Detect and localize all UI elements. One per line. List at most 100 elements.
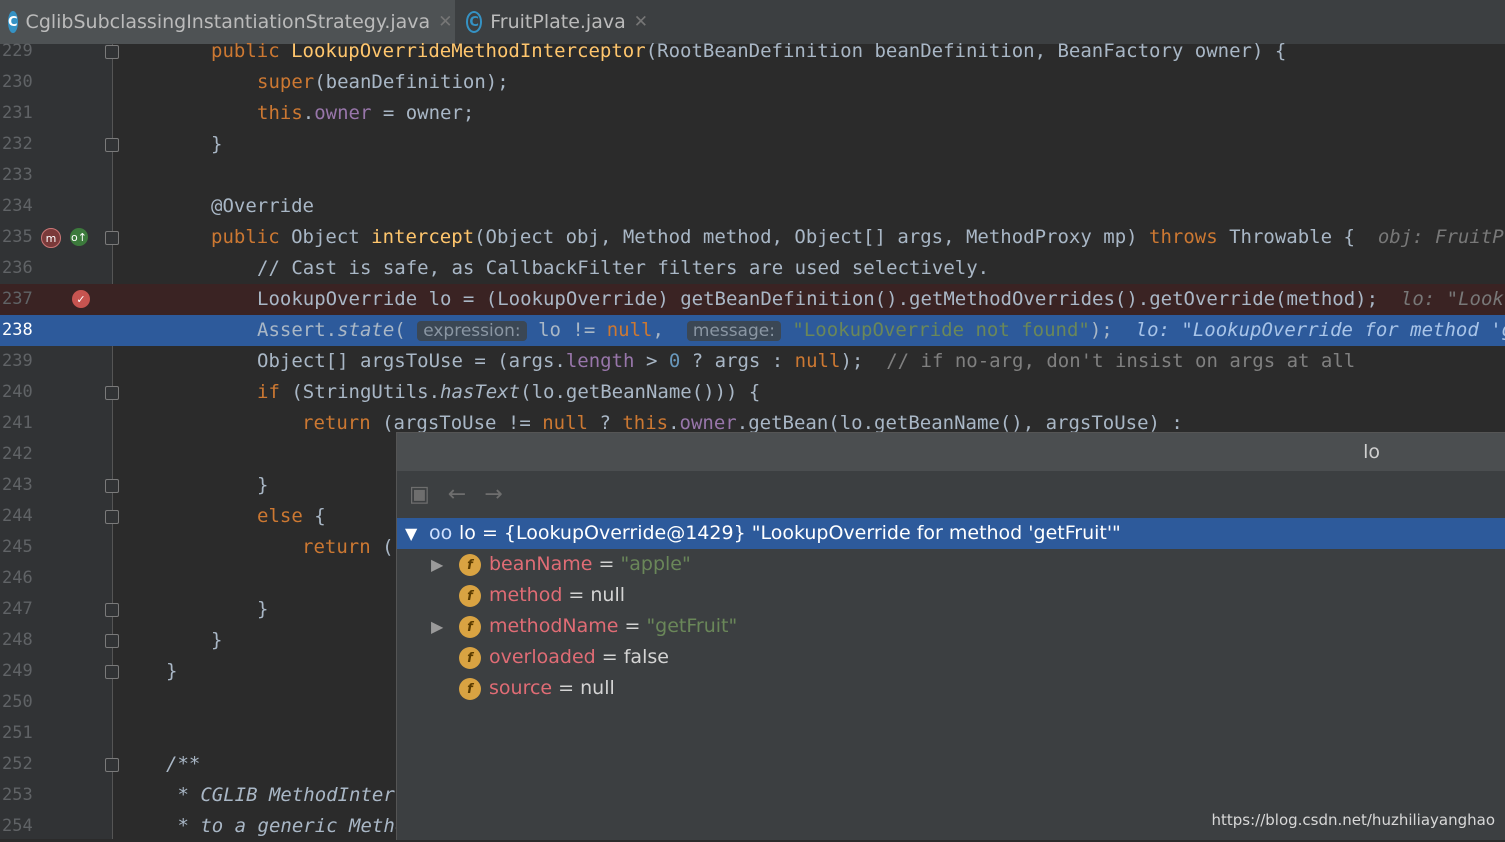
field-icon: f: [459, 616, 481, 638]
code-line[interactable]: 235 m o↑ public Object intercept(Object …: [0, 222, 1505, 253]
fold-marker-icon[interactable]: [105, 479, 119, 493]
close-icon[interactable]: ✕: [438, 12, 452, 32]
class-icon: C: [8, 11, 18, 33]
line-number: 237: [2, 289, 33, 309]
fold-marker-icon[interactable]: [105, 138, 119, 152]
line-number: 232: [2, 134, 33, 154]
navigate-icon[interactable]: ▣: [409, 482, 430, 507]
expand-arrow-icon[interactable]: ▶: [431, 611, 447, 642]
code-text: @Override: [211, 195, 314, 217]
code-text: }: [211, 629, 223, 651]
line-number: 241: [2, 413, 33, 433]
code-line[interactable]: 231 this.owner = owner;: [0, 98, 1505, 129]
line-number: 246: [2, 568, 33, 588]
code-line[interactable]: 234 @Override: [0, 191, 1505, 222]
code-text: if (StringUtils.hasText(lo.getBeanName()…: [257, 381, 761, 403]
code-line[interactable]: 240 if (StringUtils.hasText(lo.getBeanNa…: [0, 377, 1505, 408]
code-text: }: [166, 660, 178, 682]
field-icon: f: [459, 585, 481, 607]
method-breakpoint-icon[interactable]: m: [41, 228, 61, 248]
tab-label: FruitPlate.java: [490, 11, 626, 33]
line-number: 229: [2, 41, 33, 61]
line-number: 253: [2, 785, 33, 805]
line-number: 247: [2, 599, 33, 619]
fold-marker-icon[interactable]: [105, 665, 119, 679]
line-number: 245: [2, 537, 33, 557]
line-number: 236: [2, 258, 33, 278]
line-number: 242: [2, 444, 33, 464]
collapse-arrow-icon[interactable]: ▼: [405, 518, 421, 549]
back-arrow-icon[interactable]: ←: [448, 482, 466, 507]
line-number: 231: [2, 103, 33, 123]
code-comment: // Cast is safe, as CallbackFilter filte…: [257, 257, 990, 279]
line-number: 230: [2, 72, 33, 92]
fold-marker-icon[interactable]: [105, 634, 119, 648]
code-doc-comment: * CGLIB MethodInterc: [166, 784, 407, 806]
line-number: 240: [2, 382, 33, 402]
fold-marker-icon[interactable]: [105, 603, 119, 617]
code-line[interactable]: 229 public LookupOverrideMethodIntercept…: [0, 36, 1505, 67]
field-icon: f: [459, 678, 481, 700]
code-text: }: [211, 133, 223, 155]
inline-value-hint: obj: FruitPla: [1377, 226, 1505, 248]
line-number: 254: [2, 816, 33, 836]
code-text: }: [257, 598, 269, 620]
field-icon: f: [459, 554, 481, 576]
code-line[interactable]: 232 }: [0, 129, 1505, 160]
tree-field-row[interactable]: f method = null: [397, 580, 1505, 611]
popup-toolbar: ▣ ← →: [397, 471, 1505, 517]
tree-field-row[interactable]: ▶ f beanName = "apple": [397, 549, 1505, 580]
code-text: Assert.state( expression: lo != null, me…: [257, 315, 1505, 347]
tree-field-row[interactable]: f overloaded = false: [397, 642, 1505, 673]
code-line[interactable]: 236 // Cast is safe, as CallbackFilter f…: [0, 253, 1505, 284]
forward-arrow-icon[interactable]: →: [484, 482, 502, 507]
fold-marker-icon[interactable]: [105, 231, 119, 245]
code-text: else {: [257, 505, 326, 527]
field-value: "getFruit": [646, 615, 738, 637]
line-number: 235: [2, 227, 33, 247]
field-value: null: [580, 677, 615, 699]
root-value: lo = {LookupOverride@1429} "LookupOverri…: [459, 522, 1121, 544]
fold-marker-icon[interactable]: [105, 45, 119, 59]
breakpoint-line[interactable]: 237 ✓ LookupOverride lo = (LookupOverrid…: [0, 284, 1505, 315]
code-text: public LookupOverrideMethodInterceptor(R…: [211, 40, 1287, 62]
field-value: false: [623, 646, 669, 668]
param-hint-chip: message:: [686, 321, 781, 341]
code-text: this.owner = owner;: [257, 102, 475, 124]
tree-root-node[interactable]: ▼ oo lo = {LookupOverride@1429} "LookupO…: [397, 518, 1505, 549]
expand-arrow-icon[interactable]: ▶: [431, 549, 447, 580]
line-number: 249: [2, 661, 33, 681]
tree-field-row[interactable]: f source = null: [397, 673, 1505, 704]
breakpoint-icon[interactable]: ✓: [72, 290, 90, 308]
current-execution-line[interactable]: 238 Assert.state( expression: lo != null…: [0, 315, 1505, 346]
fold-marker-icon[interactable]: [105, 510, 119, 524]
tree-field-row[interactable]: ▶ f methodName = "getFruit": [397, 611, 1505, 642]
line-number: 243: [2, 475, 33, 495]
code-line[interactable]: 233: [0, 160, 1505, 191]
code-text: return (: [302, 536, 394, 558]
watermark-text: https://blog.csdn.net/huzhiliayanghao: [1211, 811, 1495, 829]
close-icon[interactable]: ✕: [634, 12, 648, 32]
class-icon: C: [466, 11, 483, 33]
fold-marker-icon[interactable]: [105, 758, 119, 772]
line-number: 239: [2, 351, 33, 371]
inline-value-hint: lo: "LookupOverride for method 'getF: [1135, 319, 1505, 341]
field-name: overloaded: [489, 646, 596, 668]
override-icon[interactable]: o↑: [70, 228, 88, 246]
code-text: super(beanDefinition);: [257, 71, 509, 93]
code-line[interactable]: 230 super(beanDefinition);: [0, 67, 1505, 98]
field-name: method: [489, 584, 563, 606]
inline-value-hint: lo: "Lookup: [1400, 288, 1505, 310]
code-text: LookupOverride lo = (LookupOverride) get…: [257, 284, 1505, 315]
line-number: 248: [2, 630, 33, 650]
popup-title: lo: [397, 433, 1505, 471]
line-number: 250: [2, 692, 33, 712]
code-text: public Object intercept(Object obj, Meth…: [211, 222, 1505, 253]
code-line[interactable]: 239 Object[] argsToUse = (args.length > …: [0, 346, 1505, 377]
line-number: 244: [2, 506, 33, 526]
code-text: }: [257, 474, 269, 496]
debug-value-popup[interactable]: lo ▣ ← → ▼ oo lo = {LookupOverride@1429}…: [396, 432, 1505, 840]
line-number: 252: [2, 754, 33, 774]
code-doc-comment: /**: [166, 753, 201, 775]
fold-marker-icon[interactable]: [105, 386, 119, 400]
